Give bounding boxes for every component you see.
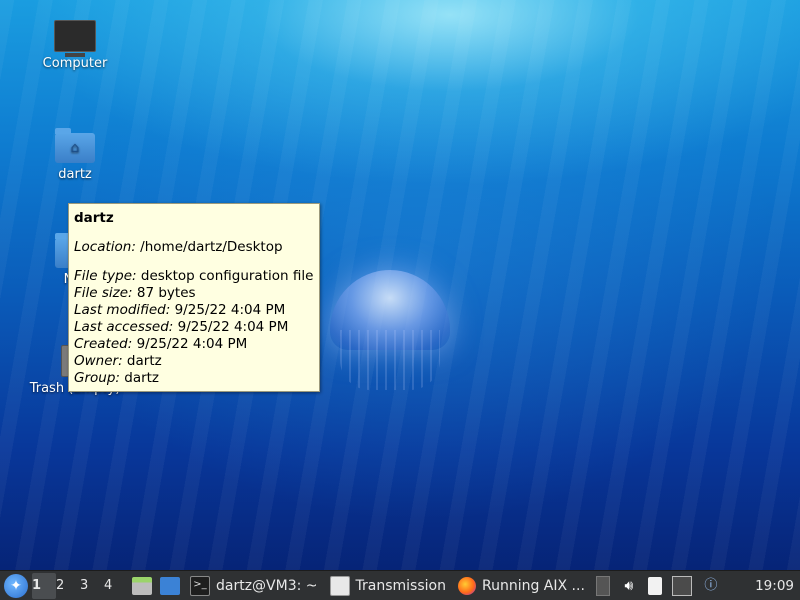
tooltip-accessed-row: Last accessed: 9/25/22 4:04 PM xyxy=(74,319,316,336)
tooltip-key: Last accessed: xyxy=(74,319,174,335)
workspace-4[interactable]: 4 xyxy=(104,573,128,599)
desktop-icon-home[interactable]: ⌂ dartz xyxy=(20,128,130,182)
tooltip-owner-row: Owner: dartz xyxy=(74,353,316,370)
lubuntu-logo-icon: ✦ xyxy=(4,574,28,598)
clock[interactable]: 19:09 xyxy=(755,578,800,594)
tooltip-group-row: Group: dartz xyxy=(74,370,316,387)
desktop-icon-label: dartz xyxy=(58,167,92,182)
tooltip-filesize-row: File size: 87 bytes xyxy=(74,285,316,302)
desktop: Computer ⌂ dartz Net Trash (Empty) dartz… xyxy=(0,0,800,600)
tooltip-value: 9/25/22 4:04 PM xyxy=(170,302,286,318)
tooltip-value: 9/25/22 4:04 PM xyxy=(132,336,248,352)
computer-icon xyxy=(54,20,96,57)
home-folder-icon: ⌂ xyxy=(55,128,95,163)
file-manager-icon xyxy=(132,577,152,595)
task-label: Transmission xyxy=(355,578,446,594)
tooltip-key: Owner: xyxy=(74,353,123,369)
scroll-up-icon[interactable] xyxy=(595,576,610,596)
volume-icon[interactable]: 🔊︎ xyxy=(620,577,638,595)
workspace-2[interactable]: 2 xyxy=(56,573,80,599)
show-desktop-launcher[interactable] xyxy=(156,571,184,600)
task-terminal[interactable]: >_ dartz@VM3: ~ xyxy=(184,571,324,600)
tooltip-key: Last modified: xyxy=(74,302,171,318)
tooltip-key: File size: xyxy=(74,285,133,301)
task-transmission[interactable]: Transmission xyxy=(324,571,452,600)
tooltip-value: dartz xyxy=(122,353,162,369)
task-label: Running AIX ... xyxy=(481,578,585,594)
updates-icon[interactable]: ⓘ xyxy=(702,577,720,595)
tooltip-value: 87 bytes xyxy=(132,285,196,301)
tooltip-location-row: Location: /home/dartz/Desktop xyxy=(74,239,316,256)
workspace-1[interactable]: 1 xyxy=(32,573,56,599)
tooltip-key: Created: xyxy=(74,336,133,352)
tooltip-value: /home/dartz/Desktop xyxy=(135,239,283,255)
clipboard-icon[interactable] xyxy=(647,577,662,595)
tooltip-key: Group: xyxy=(74,370,120,386)
task-label: dartz@VM3: ~ xyxy=(216,578,318,594)
transmission-icon xyxy=(329,576,350,596)
tooltip-value: dartz xyxy=(119,370,160,386)
jellyfish-tentacles xyxy=(340,330,440,390)
tooltip-modified-row: Last modified: 9/25/22 4:04 PM xyxy=(74,302,316,319)
tooltip-title: dartz xyxy=(74,210,114,226)
workspace-3[interactable]: 3 xyxy=(80,573,104,599)
file-manager-launcher[interactable] xyxy=(128,571,156,600)
file-info-tooltip: dartz Location: /home/dartz/Desktop File… xyxy=(68,203,320,392)
taskbar: ✦ 1 2 3 4 >_ dartz@VM3: ~ Transmission R… xyxy=(0,570,800,600)
desktop-icon-label: Computer xyxy=(42,56,108,71)
terminal-icon: >_ xyxy=(190,576,210,596)
tooltip-value: 9/25/22 4:04 PM xyxy=(173,319,289,335)
start-menu-button[interactable]: ✦ xyxy=(0,571,32,600)
tooltip-key: File type: xyxy=(74,268,137,284)
tooltip-key: Location: xyxy=(74,239,136,255)
tooltip-value: desktop configuration file xyxy=(136,268,314,284)
tooltip-filetype-row: File type: desktop configuration file xyxy=(74,268,316,285)
firefox-icon xyxy=(457,577,476,595)
tooltip-created-row: Created: 9/25/22 4:04 PM xyxy=(74,336,316,353)
task-firefox[interactable]: Running AIX ... xyxy=(452,571,591,600)
desktop-icon-computer[interactable]: Computer xyxy=(20,20,130,71)
show-desktop-icon xyxy=(160,577,180,595)
network-icon[interactable] xyxy=(671,576,692,596)
